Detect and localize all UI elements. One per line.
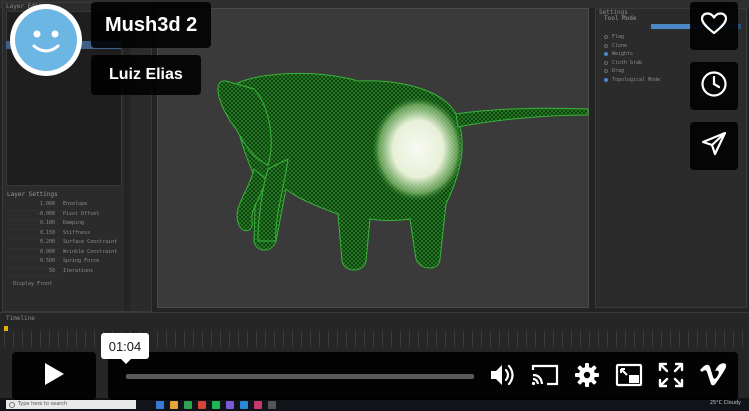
setting-row: 1.000 Envelope bbox=[7, 201, 125, 211]
checkbox-icon bbox=[604, 77, 608, 82]
progress-bar[interactable] bbox=[126, 374, 474, 379]
tool-option-label: Drag bbox=[612, 68, 625, 75]
tool-option-label: Weights bbox=[612, 51, 634, 58]
setting-value: 0.500 bbox=[7, 258, 63, 268]
setting-label: Stiffness bbox=[63, 229, 91, 236]
taskbar-tray: 25°C Cloudy bbox=[709, 400, 741, 406]
video-title: Mush3d 2 bbox=[105, 13, 198, 36]
radio-icon bbox=[604, 52, 608, 57]
play-icon bbox=[42, 361, 66, 391]
video-title-link[interactable]: Mush3d 2 bbox=[91, 2, 212, 48]
picture-in-picture-button[interactable] bbox=[614, 362, 644, 392]
brush-highlight bbox=[372, 97, 464, 201]
setting-label: Damping bbox=[63, 220, 85, 226]
share-button[interactable] bbox=[690, 122, 738, 170]
setting-row: 0.100 Damping bbox=[7, 220, 125, 230]
volume-button[interactable] bbox=[488, 362, 518, 392]
tool-option-label: Topological Mode bbox=[612, 76, 661, 83]
like-button[interactable] bbox=[690, 2, 738, 50]
radio-icon bbox=[604, 69, 608, 74]
picture-in-picture-icon bbox=[615, 363, 643, 391]
tool-option: Weights bbox=[604, 50, 744, 59]
radio-icon bbox=[604, 60, 608, 65]
setting-label: Wrinkle Constraint bbox=[63, 248, 118, 255]
cast-button[interactable] bbox=[530, 362, 560, 392]
layer-settings-list: 1.000 Envelope -0.000 Pivot Offset 0.100 Da… bbox=[7, 201, 125, 277]
heart-icon bbox=[700, 12, 728, 40]
taskbar-app-icon bbox=[212, 400, 220, 409]
paper-plane-icon bbox=[701, 131, 727, 161]
tool-mode-label: Tool Mode bbox=[604, 15, 637, 22]
play-button[interactable] bbox=[12, 352, 96, 400]
tool-option-label: Cloth Grab bbox=[612, 59, 643, 66]
setting-value: 50 bbox=[7, 268, 63, 277]
layer-settings-footer: Display Front bbox=[13, 281, 53, 287]
taskbar-app-icon bbox=[268, 400, 276, 409]
timeline-title: Timeline bbox=[6, 315, 35, 322]
tool-option-label: Flag bbox=[612, 34, 625, 41]
volume-icon bbox=[489, 362, 517, 392]
taskbar-app-icon bbox=[254, 400, 262, 409]
setting-value: -0.000 bbox=[7, 211, 63, 220]
setting-row: 0.000 Wrinkle Constraint bbox=[7, 248, 125, 258]
watch-later-button[interactable] bbox=[690, 62, 738, 110]
taskbar-app-icon bbox=[226, 400, 234, 409]
radio-icon bbox=[604, 43, 608, 48]
taskbar-apps bbox=[156, 400, 276, 409]
vimeo-logo bbox=[699, 363, 727, 391]
setting-row: 0.200 Surface Constraint bbox=[7, 239, 125, 249]
setting-row: 0.150 Stiffness bbox=[7, 229, 125, 239]
setting-label: Spring Force bbox=[63, 258, 100, 264]
current-time: 01:04 bbox=[108, 338, 142, 354]
tool-option-label: Clone bbox=[612, 42, 628, 49]
author-avatar[interactable] bbox=[10, 4, 82, 76]
cast-icon bbox=[530, 363, 560, 391]
setting-label: Iterations bbox=[63, 267, 94, 274]
taskbar-app-icon bbox=[240, 400, 248, 409]
setting-value: 1.000 bbox=[7, 201, 63, 211]
current-time-tooltip: 01:04 bbox=[101, 333, 149, 364]
setting-row: 0.500 Spring Force bbox=[7, 258, 125, 268]
setting-value: 0.200 bbox=[7, 239, 63, 249]
taskbar-app-icon bbox=[198, 400, 206, 409]
fullscreen-icon bbox=[658, 362, 684, 392]
slider-fill bbox=[651, 24, 691, 29]
layer-settings-title: Layer Settings bbox=[7, 191, 58, 198]
taskbar-app-icon bbox=[170, 400, 178, 409]
clock-icon bbox=[700, 70, 728, 102]
author-name: Luiz Elias bbox=[109, 66, 183, 83]
vimeo-logo-link[interactable] bbox=[698, 362, 728, 392]
setting-row: 50 Iterations bbox=[7, 267, 125, 277]
fullscreen-button[interactable] bbox=[656, 362, 686, 392]
author-link[interactable]: Luiz Elias bbox=[91, 55, 201, 95]
setting-label: Envelope bbox=[63, 201, 88, 207]
setting-label: Pivot Offset bbox=[63, 210, 100, 217]
taskbar-app-icon bbox=[156, 400, 164, 409]
setting-row: -0.000 Pivot Offset bbox=[7, 210, 125, 220]
setting-value: 0.000 bbox=[7, 249, 63, 258]
gear-icon bbox=[574, 362, 600, 392]
setting-value: 0.100 bbox=[7, 220, 63, 230]
settings-button[interactable] bbox=[572, 362, 602, 392]
setting-value: 0.150 bbox=[7, 230, 63, 239]
controls-bar bbox=[108, 352, 738, 400]
video-player[interactable]: Layer Editor Layer Settings 1.000 Envelop… bbox=[0, 0, 749, 411]
3d-viewport bbox=[157, 8, 589, 308]
radio-icon bbox=[604, 35, 608, 40]
taskbar-search: Type here to search bbox=[6, 400, 136, 409]
taskbar-app-icon bbox=[184, 400, 192, 409]
setting-label: Surface Constraint bbox=[63, 239, 118, 245]
elephant-mesh-render bbox=[217, 72, 589, 271]
smiley-avatar-icon bbox=[15, 9, 77, 71]
